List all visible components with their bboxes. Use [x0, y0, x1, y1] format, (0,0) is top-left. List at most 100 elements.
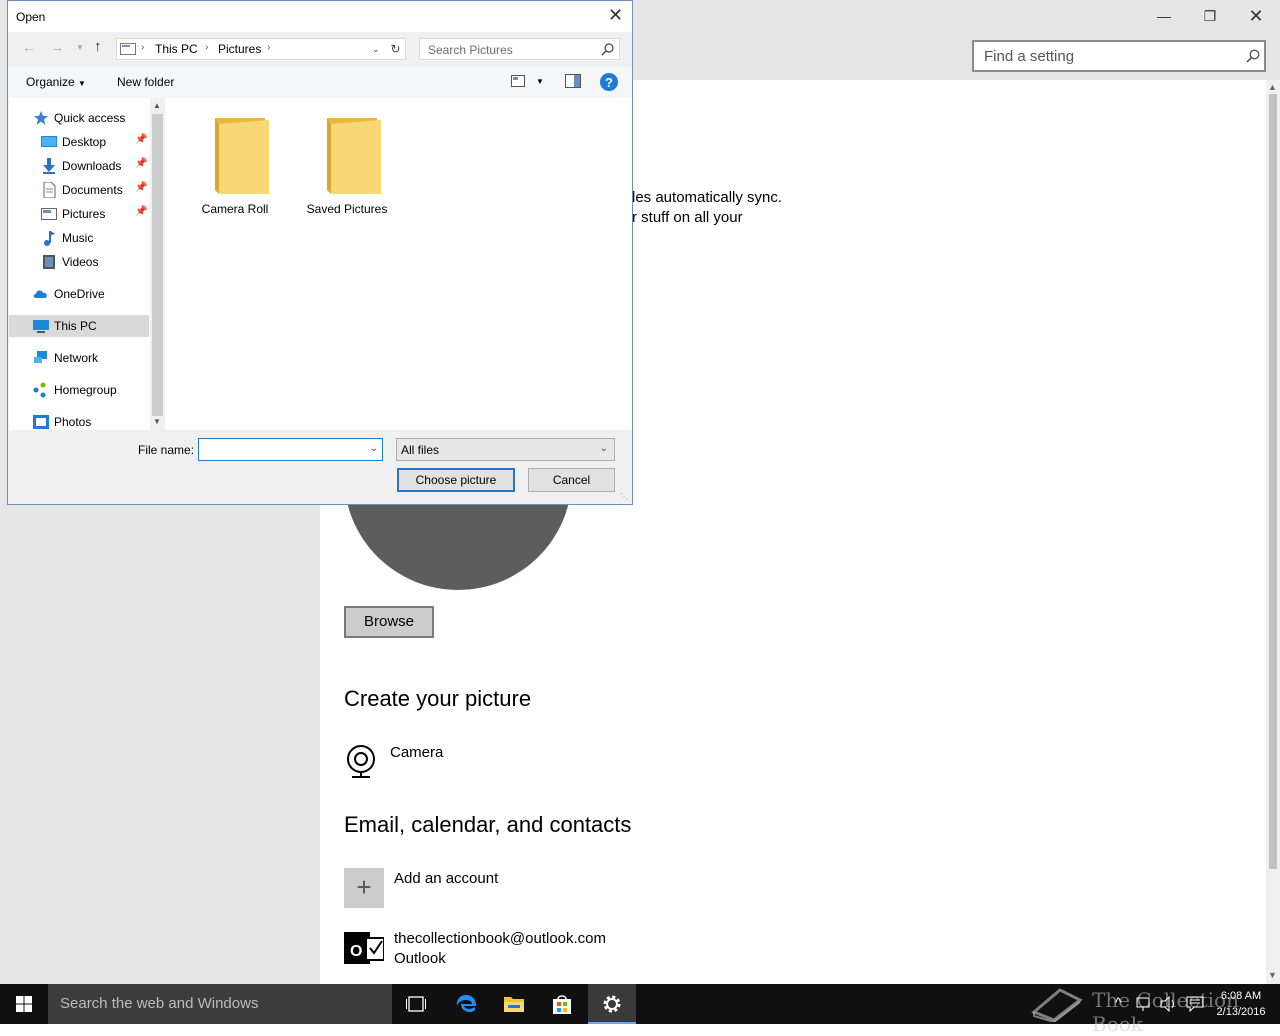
email-heading: Email, calendar, and contacts — [344, 812, 632, 837]
taskbar: Search the web and Windows The Collectio… — [0, 984, 1280, 1036]
start-button[interactable] — [0, 984, 48, 1024]
task-view-icon — [406, 996, 426, 1012]
navigation-scrollbar[interactable]: ▲ ▼ — [150, 98, 164, 430]
task-view-button[interactable] — [392, 984, 440, 1024]
close-button[interactable]: ✕ — [1233, 0, 1279, 32]
store-icon — [553, 995, 571, 1014]
back-arrow-icon[interactable]: ← — [22, 39, 36, 55]
file-name-input[interactable]: ⌄ — [198, 438, 383, 461]
resize-grip-icon[interactable]: ⋱ — [620, 492, 628, 501]
sidebar-item-onedrive[interactable]: OneDrive — [9, 283, 149, 305]
preview-pane-icon[interactable] — [565, 74, 581, 88]
breadcrumb-pictures[interactable]: Pictures — [218, 42, 261, 56]
search-pictures-input[interactable]: Search Pictures — [419, 38, 620, 60]
scroll-up-icon[interactable]: ▲ — [1268, 82, 1277, 92]
account-email[interactable]: thecollectionbook@outlook.com — [394, 930, 606, 947]
folder-label: Camera Roll — [201, 202, 269, 216]
clock-time: 6:08 AM — [1220, 990, 1262, 1002]
file-explorer-button[interactable] — [490, 984, 538, 1024]
pin-icon[interactable]: 📌 — [135, 206, 147, 217]
scroll-down-icon[interactable]: ▼ — [153, 417, 161, 426]
organize-label: Organize — [26, 75, 75, 89]
sidebar-item-desktop[interactable]: Desktop 📌 — [9, 131, 149, 153]
scroll-up-icon[interactable]: ▲ — [153, 101, 161, 110]
file-type-value: All files — [401, 443, 440, 457]
settings-scrollbar[interactable]: ▲ ▼ — [1266, 80, 1280, 984]
pin-icon[interactable]: 📌 — [135, 182, 147, 193]
organize-menu[interactable]: Organize ▼ — [26, 75, 86, 89]
volume-icon[interactable] — [1160, 996, 1178, 1012]
cancel-button[interactable]: Cancel — [528, 468, 615, 492]
new-folder-button[interactable]: New folder — [117, 75, 174, 89]
plus-icon[interactable]: + — [344, 868, 384, 908]
camera-icon[interactable] — [344, 744, 378, 780]
choose-picture-button[interactable]: Choose picture — [397, 468, 515, 492]
recent-locations-icon[interactable]: ▼ — [76, 43, 84, 52]
sidebar-item-music[interactable]: Music — [9, 227, 149, 249]
sidebar-item-label: This PC — [54, 319, 97, 333]
scrollbar-thumb[interactable] — [1269, 94, 1277, 869]
clock[interactable]: 6:08 AM 2/13/2016 — [1212, 988, 1270, 1020]
pin-icon[interactable]: 📌 — [135, 134, 147, 145]
create-picture-heading: Create your picture — [344, 686, 532, 711]
search-icon — [601, 43, 614, 56]
dialog-title: Open — [16, 10, 46, 24]
chevron-down-icon[interactable]: ⌄ — [370, 443, 378, 454]
navigation-pane: Quick access Desktop 📌 Downloads 📌 Docum… — [9, 98, 164, 430]
sync-text-line1: les automatically sync. — [632, 189, 783, 206]
sidebar-item-photos[interactable]: Photos — [9, 411, 149, 430]
view-options-icon[interactable] — [511, 75, 525, 87]
browse-button[interactable]: Browse — [344, 606, 434, 638]
store-button[interactable] — [538, 984, 586, 1024]
chevron-down-icon[interactable]: ▼ — [536, 77, 544, 86]
restore-button[interactable]: ❐ — [1187, 0, 1233, 32]
sidebar-item-label: Music — [62, 231, 94, 245]
sidebar-item-label: Downloads — [62, 159, 122, 173]
svg-text:O: O — [350, 943, 362, 960]
breadcrumb-this-pc[interactable]: This PC — [155, 42, 198, 56]
edge-button[interactable] — [442, 984, 490, 1024]
breadcrumb-separator-icon: › — [141, 42, 145, 53]
sidebar-item-pictures[interactable]: Pictures 📌 — [9, 203, 149, 225]
sidebar-item-quick-access[interactable]: Quick access — [9, 107, 149, 129]
camera-label[interactable]: Camera — [390, 744, 443, 761]
refresh-button[interactable]: ↻ — [386, 38, 406, 60]
edge-icon — [456, 995, 476, 1012]
sidebar-item-documents[interactable]: Documents 📌 — [9, 179, 149, 201]
folder-icon — [327, 118, 381, 194]
address-bar[interactable]: › This PC › Pictures › ⌄ — [116, 38, 393, 60]
file-explorer-icon — [504, 997, 524, 1012]
find-setting-placeholder: Find a setting — [984, 48, 1075, 65]
homegroup-icon — [33, 382, 46, 398]
up-arrow-icon[interactable]: ↑ — [94, 38, 102, 55]
close-icon[interactable]: ✕ — [608, 5, 623, 26]
settings-taskbar-button[interactable] — [588, 984, 636, 1024]
taskbar-search[interactable]: Search the web and Windows — [48, 984, 392, 1024]
minimize-button[interactable]: — — [1141, 0, 1187, 32]
find-setting-input[interactable]: Find a setting — [972, 40, 1266, 72]
network-status-icon[interactable] — [1136, 996, 1154, 1012]
sidebar-item-videos[interactable]: Videos — [9, 251, 149, 273]
sidebar-item-network[interactable]: Network — [9, 347, 149, 369]
action-center-icon[interactable] — [1186, 996, 1204, 1012]
scroll-down-icon[interactable]: ▼ — [1268, 970, 1277, 980]
folder-item-saved-pictures[interactable]: Saved Pictures — [297, 112, 397, 222]
forward-arrow-icon[interactable]: → — [50, 39, 64, 55]
scrollbar-thumb[interactable] — [152, 114, 163, 416]
chevron-up-icon[interactable]: ^ — [1115, 994, 1122, 1010]
sidebar-item-homegroup[interactable]: Homegroup — [9, 379, 149, 401]
pin-icon[interactable]: 📌 — [135, 158, 147, 169]
account-type: Outlook — [394, 950, 446, 967]
sidebar-item-label: Desktop — [62, 135, 107, 149]
chevron-down-icon[interactable]: ⌄ — [372, 44, 380, 55]
folder-item-camera-roll[interactable]: Camera Roll — [185, 112, 285, 222]
help-icon[interactable]: ? — [599, 72, 619, 92]
sidebar-item-this-pc[interactable]: This PC — [9, 315, 149, 337]
chevron-down-icon: ▼ — [78, 79, 86, 88]
svg-text:?: ? — [605, 75, 613, 90]
sidebar-item-label: Network — [54, 351, 99, 365]
file-type-select[interactable]: All files ⌄ — [396, 438, 615, 461]
add-account-label[interactable]: Add an account — [394, 870, 498, 887]
sidebar-item-label: Pictures — [62, 207, 106, 221]
sidebar-item-downloads[interactable]: Downloads 📌 — [9, 155, 149, 177]
